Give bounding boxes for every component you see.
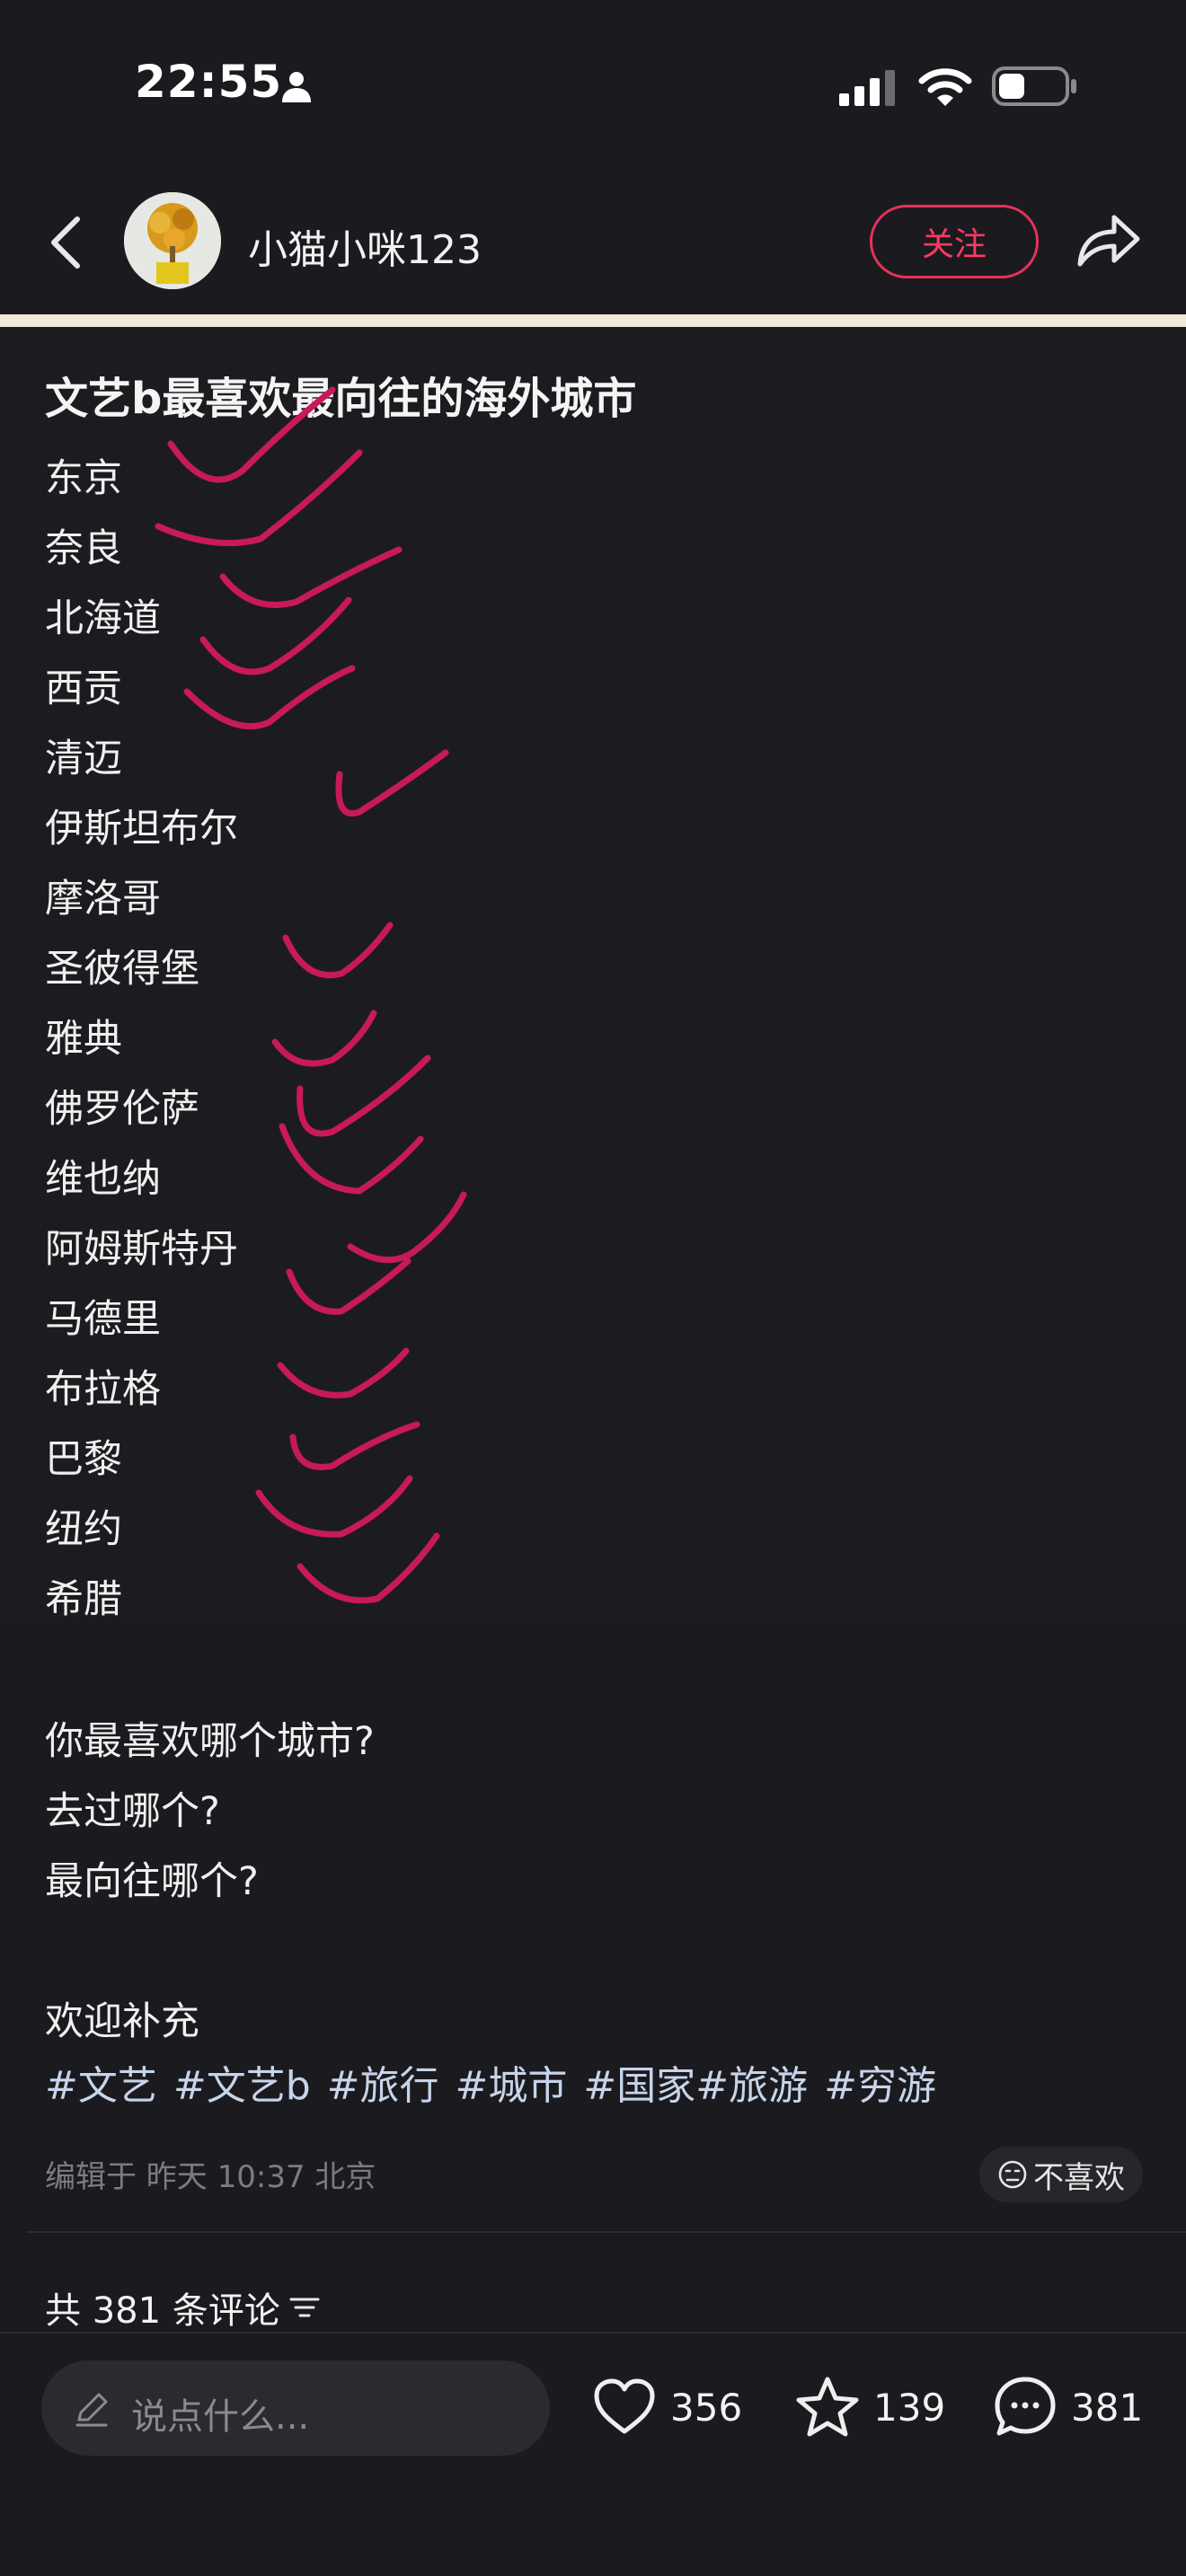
hashtag[interactable]: #文艺b: [173, 2063, 311, 2109]
checkmark-icon: [271, 1010, 377, 1067]
comment-count-label: 共 381 条评论: [45, 2290, 280, 2332]
author-name[interactable]: 小猫小咪123: [248, 217, 482, 275]
comments-button[interactable]: 381: [990, 2366, 1143, 2448]
checkmark-icon: [296, 1054, 431, 1137]
caption-line: 最向往哪个?: [45, 1859, 259, 1904]
battery-icon: [992, 66, 1076, 106]
note-detail-screen: 22:55 小猫小咪123 关注 文艺b最喜欢最向往的海外城市 东京 奈良 北海…: [0, 0, 1186, 2576]
checkmark-icon: [335, 749, 449, 816]
like-button[interactable]: 356: [589, 2366, 742, 2448]
checkmark-icon: [199, 596, 352, 675]
checkmark-icon: [255, 1475, 413, 1538]
status-bar: 22:55: [0, 0, 1186, 171]
caption-line: 去过哪个?: [45, 1789, 220, 1834]
pencil-icon: [75, 2393, 108, 2427]
hashtag[interactable]: #穷游: [824, 2063, 936, 2109]
checkmark-icon: [183, 665, 356, 730]
back-icon[interactable]: [47, 214, 84, 271]
heart-icon: [594, 2378, 655, 2434]
checkmark-icon: [277, 1347, 410, 1398]
divider: [27, 2231, 1186, 2233]
status-time: 22:55: [135, 56, 283, 108]
comment-count[interactable]: 共 381 条评论: [45, 2281, 320, 2333]
checkmark-icon: [289, 1421, 420, 1470]
follow-button[interactable]: 关注: [870, 205, 1039, 278]
caption-line: [45, 1917, 1141, 1987]
star-icon: [796, 2377, 859, 2437]
note-caption: 你最喜欢哪个城市? 去过哪个? 最向往哪个? 欢迎补充: [45, 1707, 1141, 2057]
person-icon: [282, 72, 311, 102]
wifi-icon: [918, 68, 972, 106]
collect-button[interactable]: 139: [792, 2366, 945, 2448]
bottom-action-bar: 说点什么... 356 139 381: [0, 2332, 1186, 2576]
checkmark-icon: [219, 546, 403, 608]
sort-icon[interactable]: [289, 2294, 320, 2321]
share-icon[interactable]: [1075, 210, 1143, 273]
checkmark-icon: [282, 922, 394, 979]
hand-drawn-checkmarks: [155, 386, 467, 1604]
hashtag[interactable]: #旅行: [327, 2063, 439, 2109]
checkmark-icon: [296, 1532, 440, 1604]
dislike-face-icon: [998, 2160, 1027, 2189]
hashtags: #文艺 #文艺b #旅行 #城市 #国家#旅游 #穷游: [45, 2053, 940, 2111]
avatar[interactable]: [124, 192, 221, 289]
checkmark-icon: [286, 1257, 412, 1315]
checkmark-icon: [167, 386, 336, 483]
comment-input[interactable]: 说点什么...: [41, 2360, 550, 2456]
caption-line: 欢迎补充: [45, 1999, 199, 2044]
cellular-signal-icon: [839, 70, 895, 106]
checkmark-icon: [279, 1123, 424, 1195]
hashtag[interactable]: #城市: [456, 2063, 568, 2109]
edited-info: 编辑于 昨天 10:37 北京: [45, 2159, 376, 2195]
hashtag[interactable]: #文艺: [45, 2063, 157, 2109]
comment-placeholder: 说点什么...: [131, 2396, 310, 2438]
image-top-edge: [0, 314, 1186, 327]
comment-total: 381: [1071, 2385, 1144, 2430]
note-header: 小猫小咪123 关注: [0, 171, 1186, 314]
note-image[interactable]: 文艺b最喜欢最向往的海外城市 东京 奈良 北海道 西贡 清迈 伊斯坦布尔 摩洛哥…: [0, 327, 1186, 1622]
collect-count: 139: [873, 2385, 946, 2430]
hashtag[interactable]: #国家#旅游: [583, 2063, 808, 2109]
comment-bubble-icon: [995, 2377, 1056, 2436]
checkmark-icon: [347, 1191, 467, 1264]
avatar-image: [124, 192, 221, 289]
caption-line: 你最喜欢哪个城市?: [45, 1719, 375, 1764]
dislike-label: 不喜欢: [1033, 2159, 1125, 2196]
like-count: 356: [670, 2385, 743, 2430]
dislike-button[interactable]: 不喜欢: [979, 2147, 1143, 2202]
